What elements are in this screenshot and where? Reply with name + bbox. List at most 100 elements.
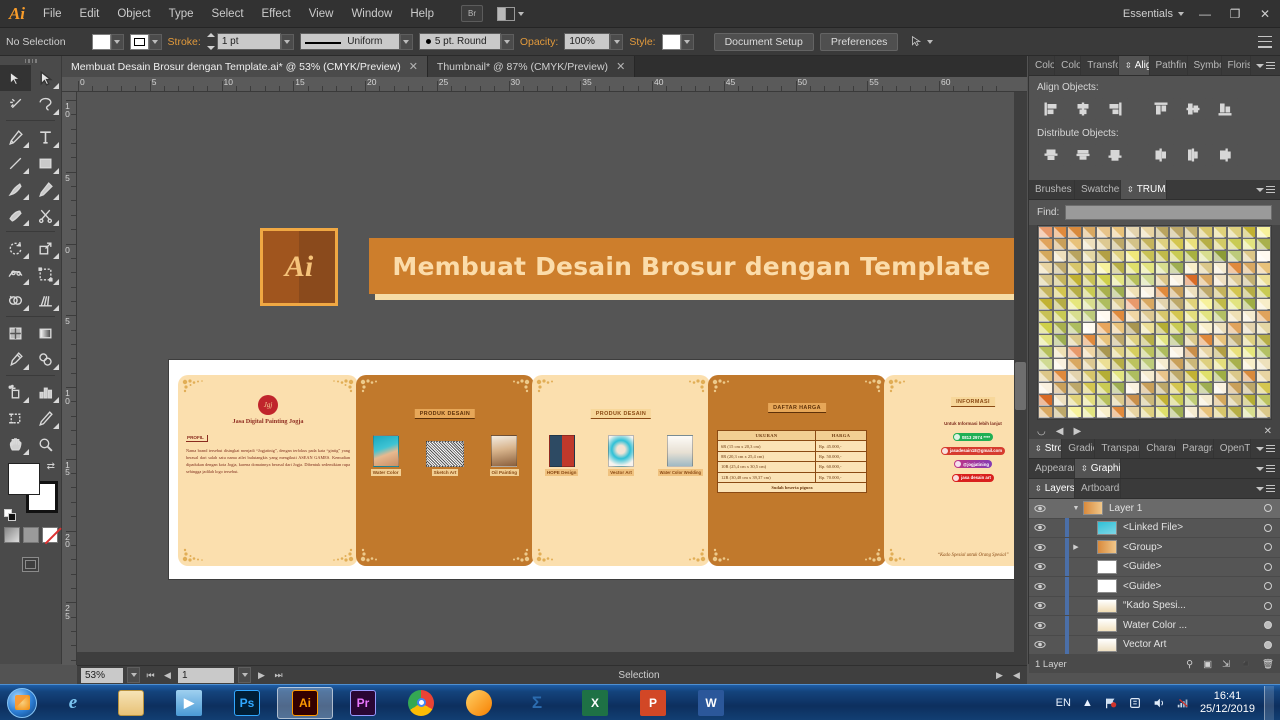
scissors-tool[interactable]	[31, 202, 62, 228]
color-swatch[interactable]	[1139, 358, 1155, 370]
color-swatch[interactable]	[1227, 286, 1242, 298]
color-swatch[interactable]	[1183, 346, 1199, 358]
color-swatch[interactable]	[1125, 358, 1140, 370]
color-swatch[interactable]	[1067, 322, 1082, 334]
tab-symbols[interactable]: Symbols	[1188, 56, 1222, 75]
color-swatch[interactable]	[1052, 250, 1068, 262]
color-swatch[interactable]	[1125, 226, 1140, 238]
tab-swatches[interactable]: Swatches	[1075, 180, 1121, 199]
tab-brushes[interactable]: Brushes	[1029, 180, 1075, 199]
color-swatch[interactable]	[1256, 334, 1271, 346]
target-indicator[interactable]	[1256, 562, 1280, 571]
menu-help[interactable]: Help	[401, 0, 443, 28]
color-swatch[interactable]	[1110, 298, 1126, 310]
color-swatch[interactable]	[1139, 346, 1155, 358]
color-swatch[interactable]	[1198, 262, 1213, 274]
symbol-sprayer-tool[interactable]	[0, 379, 31, 405]
menu-type[interactable]: Type	[160, 0, 203, 28]
color-swatch[interactable]	[1096, 394, 1111, 406]
color-swatch[interactable]	[1081, 286, 1097, 298]
color-swatch[interactable]	[1067, 370, 1082, 382]
layer-row[interactable]: “Kado Spesi...	[1029, 596, 1280, 616]
style-swatch[interactable]	[661, 33, 681, 50]
color-swatch[interactable]	[1038, 370, 1053, 382]
align-bottom-icon[interactable]	[1211, 98, 1239, 120]
layer-name[interactable]: Vector Art	[1123, 639, 1256, 650]
color-swatch[interactable]	[1067, 286, 1082, 298]
color-swatch[interactable]	[1198, 394, 1213, 406]
show-hidden-icons-icon[interactable]: ▲	[1080, 695, 1095, 710]
color-swatch[interactable]	[1125, 250, 1140, 262]
taskbar-item-illustrator[interactable]: Ai	[277, 686, 333, 719]
color-swatch[interactable]	[1038, 346, 1053, 358]
color-swatch[interactable]	[1110, 370, 1126, 382]
color-swatch[interactable]	[1183, 250, 1199, 262]
close-icon[interactable]: ✕	[616, 60, 625, 73]
color-swatch[interactable]	[1241, 334, 1257, 346]
color-swatch[interactable]	[1081, 274, 1097, 286]
color-swatch[interactable]	[1227, 310, 1242, 322]
color-swatch[interactable]	[1169, 226, 1184, 238]
scrollbar-thumb[interactable]	[1015, 362, 1026, 410]
target-indicator[interactable]	[1256, 640, 1280, 649]
color-swatch[interactable]	[1110, 358, 1126, 370]
color-swatch[interactable]	[1169, 382, 1184, 394]
color-swatch[interactable]	[1139, 322, 1155, 334]
color-swatch[interactable]	[1038, 406, 1053, 418]
language-indicator[interactable]: EN	[1056, 697, 1071, 709]
color-swatch[interactable]	[1227, 382, 1242, 394]
color-swatch[interactable]	[1212, 286, 1228, 298]
color-swatch[interactable]	[1198, 238, 1213, 250]
color-swatch[interactable]	[1081, 382, 1097, 394]
stroke-color-control[interactable]	[129, 33, 162, 50]
taskbar-item-internet-explorer[interactable]: e	[45, 687, 101, 719]
transform-each-control[interactable]	[910, 35, 934, 48]
color-swatch[interactable]	[1125, 370, 1140, 382]
product-item[interactable]: Water Color Wedding	[657, 435, 704, 476]
tab-gradient[interactable]: Gradient	[1062, 439, 1096, 458]
color-swatch[interactable]	[1183, 358, 1199, 370]
eye-icon[interactable]	[1029, 621, 1051, 630]
color-swatch[interactable]	[1081, 238, 1097, 250]
color-swatch[interactable]	[1227, 358, 1242, 370]
eye-icon[interactable]	[1029, 601, 1051, 610]
pen-tool[interactable]	[0, 124, 31, 150]
product-item[interactable]: Sketch Art	[422, 441, 468, 476]
color-swatch[interactable]	[1081, 406, 1097, 418]
color-swatch[interactable]	[1183, 298, 1199, 310]
stroke-dropdown-icon[interactable]	[148, 33, 162, 50]
color-swatch[interactable]	[1183, 286, 1199, 298]
tab-artboards[interactable]: Artboards	[1075, 479, 1121, 498]
color-swatch[interactable]	[1096, 286, 1111, 298]
color-swatch[interactable]	[1067, 382, 1082, 394]
panel-flyout-menu-icon[interactable]	[1251, 459, 1280, 478]
align-top-icon[interactable]	[1147, 98, 1175, 120]
stroke-weight-dropdown-icon[interactable]	[280, 33, 294, 50]
eyedropper-tool[interactable]	[0, 346, 31, 372]
menu-file[interactable]: File	[34, 0, 71, 28]
color-swatch[interactable]	[1212, 238, 1228, 250]
tab-transform[interactable]: Transform	[1081, 56, 1119, 75]
taskbar-item-premiere-pro[interactable]: Pr	[335, 687, 391, 719]
color-swatch[interactable]	[1139, 298, 1155, 310]
product-item[interactable]: Oil Painting	[481, 435, 527, 476]
taskbar-item-mathtype[interactable]: Σ	[509, 687, 565, 719]
fill-dropdown-icon[interactable]	[110, 33, 124, 50]
color-button[interactable]	[3, 527, 20, 543]
color-swatch[interactable]	[1212, 394, 1228, 406]
color-swatch[interactable]	[1198, 250, 1213, 262]
opacity-control[interactable]: 100%	[564, 33, 624, 50]
color-swatch[interactable]	[1081, 262, 1097, 274]
distribute-top-icon[interactable]	[1037, 144, 1065, 166]
color-swatch[interactable]	[1212, 250, 1228, 262]
color-swatch[interactable]	[1198, 226, 1213, 238]
start-button[interactable]	[0, 686, 44, 720]
opacity-value[interactable]: 100%	[564, 33, 611, 50]
color-swatch[interactable]	[1125, 394, 1140, 406]
layer-name[interactable]: Layer 1	[1109, 503, 1256, 514]
color-swatch[interactable]	[1212, 226, 1228, 238]
color-swatch[interactable]	[1067, 226, 1082, 238]
color-swatch[interactable]	[1154, 394, 1170, 406]
document-setup-button[interactable]: Document Setup	[713, 32, 814, 51]
taskbar-item-chrome[interactable]	[393, 687, 449, 719]
